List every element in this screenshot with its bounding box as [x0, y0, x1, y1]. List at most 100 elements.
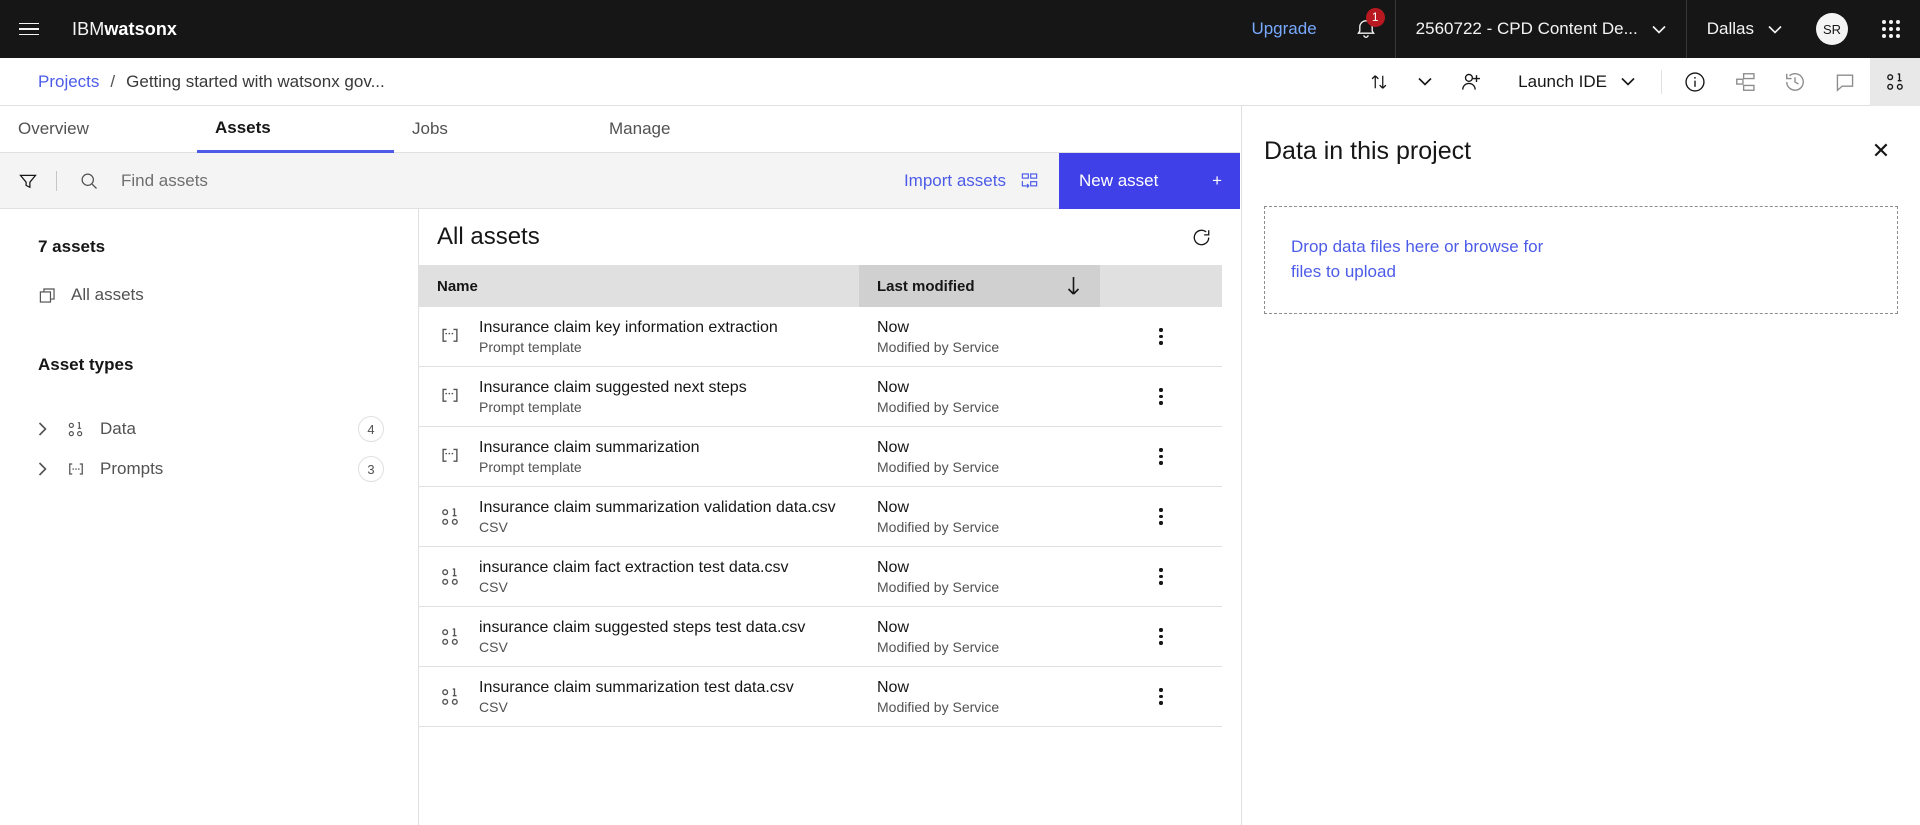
overflow-menu-icon[interactable] — [1144, 680, 1178, 714]
prompt-template-icon — [437, 326, 463, 348]
app-switcher-icon[interactable] — [1862, 0, 1920, 58]
asset-name-link[interactable]: insurance claim suggested steps test dat… — [479, 619, 805, 637]
asset-name-link[interactable]: Insurance claim summarization — [479, 439, 700, 457]
assets-table-area: All assets Name Last modified Insurance … — [419, 209, 1240, 825]
row-last-modified-cell: Now Modified by Service — [859, 319, 1100, 355]
overflow-menu-icon[interactable] — [1144, 380, 1178, 414]
asset-type-label: CSV — [479, 578, 508, 595]
sidebar-item-data-label: Data — [100, 419, 136, 438]
row-last-modified-cell: Now Modified by Service — [859, 619, 1100, 655]
asset-type-label: Prompt template — [479, 398, 582, 415]
new-asset-button[interactable]: New asset + — [1059, 152, 1240, 209]
row-overflow-cell — [1100, 620, 1222, 654]
launch-ide-label: Launch IDE — [1518, 71, 1607, 91]
add-collaborator-button[interactable] — [1446, 58, 1496, 106]
asset-name-link[interactable]: Insurance claim summarization validation… — [479, 499, 836, 517]
row-overflow-cell — [1100, 320, 1222, 354]
asset-modified-time: Now — [877, 378, 910, 396]
prompt-icon — [66, 459, 100, 479]
global-header: IBMwatsonx Upgrade 1 2560722 - CPD Conte… — [0, 0, 1920, 58]
sidebar-item-all-assets[interactable]: All assets — [38, 285, 418, 305]
assets-table-column-headers: Name Last modified — [419, 265, 1222, 307]
row-overflow-cell — [1100, 680, 1222, 714]
launch-ide-button[interactable]: Launch IDE — [1496, 58, 1653, 106]
sidebar-item-prompts-label: Prompts — [100, 459, 164, 478]
sidebar-item-prompts[interactable]: Prompts 3 — [38, 449, 384, 489]
overflow-menu-icon[interactable] — [1144, 320, 1178, 354]
overflow-menu-icon[interactable] — [1144, 500, 1178, 534]
tab-assets[interactable]: Assets — [197, 106, 394, 153]
asset-modified-time: Now — [877, 558, 910, 576]
tab-jobs[interactable]: Jobs — [394, 106, 591, 153]
table-row[interactable]: Insurance claim suggested next steps Pro… — [419, 367, 1222, 427]
project-workflow-button[interactable] — [1720, 58, 1770, 106]
search-input[interactable] — [121, 153, 884, 208]
brand-ibm: IBM — [72, 18, 105, 39]
asset-name-link[interactable]: Insurance claim suggested next steps — [479, 379, 747, 397]
chevron-down-icon — [1652, 25, 1666, 34]
transfer-dropdown-button[interactable] — [1404, 58, 1446, 106]
chevron-right-icon[interactable] — [38, 462, 66, 476]
breadcrumb-actions: Launch IDE — [1354, 57, 1920, 106]
import-assets-icon — [1021, 173, 1038, 189]
project-data-panel-button[interactable] — [1870, 57, 1920, 106]
breadcrumb-separator: / — [110, 71, 116, 91]
account-selector[interactable]: 2560722 - CPD Content De... — [1396, 0, 1686, 58]
filter-button[interactable] — [0, 153, 56, 209]
data-icon — [437, 566, 463, 588]
asset-modified-by: Modified by Service — [877, 698, 1000, 715]
table-row[interactable]: Insurance claim summarization test data.… — [419, 667, 1222, 727]
asset-modified-by: Modified by Service — [877, 578, 1000, 595]
tab-manage[interactable]: Manage — [591, 106, 788, 153]
close-icon[interactable]: ✕ — [1864, 134, 1898, 168]
row-overflow-cell — [1100, 560, 1222, 594]
table-row[interactable]: insurance claim suggested steps test dat… — [419, 607, 1222, 667]
breadcrumb-projects-link[interactable]: Projects — [38, 72, 99, 92]
import-assets-button[interactable]: Import assets — [884, 153, 1059, 209]
assets-table-header: All assets — [419, 209, 1240, 265]
asset-name-link[interactable]: Insurance claim key information extracti… — [479, 319, 778, 337]
overflow-menu-icon[interactable] — [1144, 620, 1178, 654]
table-row[interactable]: Insurance claim key information extracti… — [419, 307, 1222, 367]
asset-modified-time: Now — [877, 618, 910, 636]
row-name-cell: Insurance claim summarization test data.… — [419, 679, 859, 715]
avatar[interactable]: SR — [1816, 13, 1848, 45]
table-row[interactable]: insurance claim fact extraction test dat… — [419, 547, 1222, 607]
transfer-assets-button[interactable] — [1354, 58, 1404, 106]
hamburger-menu-icon[interactable] — [0, 0, 58, 58]
breadcrumb-current-project: Getting started with watsonx gov... — [126, 71, 385, 91]
column-header-last-modified[interactable]: Last modified — [859, 265, 1100, 307]
asset-modified-time: Now — [877, 498, 910, 516]
data-in-project-panel: Data in this project ✕ Drop data files h… — [1241, 106, 1920, 825]
column-header-name[interactable]: Name — [419, 278, 859, 295]
chevron-right-icon[interactable] — [38, 422, 66, 436]
notifications-button[interactable]: 1 — [1337, 0, 1395, 58]
project-comments-button[interactable] — [1820, 58, 1870, 106]
row-name-cell: Insurance claim key information extracti… — [419, 319, 859, 355]
overflow-menu-icon[interactable] — [1144, 560, 1178, 594]
dropzone-label[interactable]: Drop data files here or browse for files… — [1291, 235, 1551, 284]
asset-name-link[interactable]: insurance claim fact extraction test dat… — [479, 559, 788, 577]
asset-type-label: Prompt template — [479, 458, 582, 475]
row-name-cell: Insurance claim summarization Prompt tem… — [419, 439, 859, 475]
table-row[interactable]: Insurance claim summarization Prompt tem… — [419, 427, 1222, 487]
sidebar-item-data[interactable]: Data 4 — [38, 409, 384, 449]
refresh-button[interactable] — [1184, 220, 1218, 254]
row-name-cell: Insurance claim suggested next steps Pro… — [419, 379, 859, 415]
file-dropzone[interactable]: Drop data files here or browse for files… — [1264, 206, 1898, 314]
region-selector[interactable]: Dallas — [1687, 0, 1802, 58]
asset-modified-by: Modified by Service — [877, 398, 1000, 415]
upgrade-link[interactable]: Upgrade — [1231, 19, 1336, 39]
data-icon — [437, 626, 463, 648]
project-info-button[interactable] — [1670, 58, 1720, 106]
project-history-button[interactable] — [1770, 58, 1820, 106]
prompt-template-icon — [437, 386, 463, 408]
overflow-menu-icon[interactable] — [1144, 440, 1178, 474]
table-row[interactable]: Insurance claim summarization validation… — [419, 487, 1222, 547]
asset-modified-time: Now — [877, 678, 910, 696]
tab-overview[interactable]: Overview — [0, 106, 197, 153]
filter-icon — [19, 174, 37, 188]
asset-name-link[interactable]: Insurance claim summarization test data.… — [479, 679, 794, 697]
action-divider — [1661, 69, 1662, 94]
tab-manage-label: Manage — [609, 119, 671, 138]
